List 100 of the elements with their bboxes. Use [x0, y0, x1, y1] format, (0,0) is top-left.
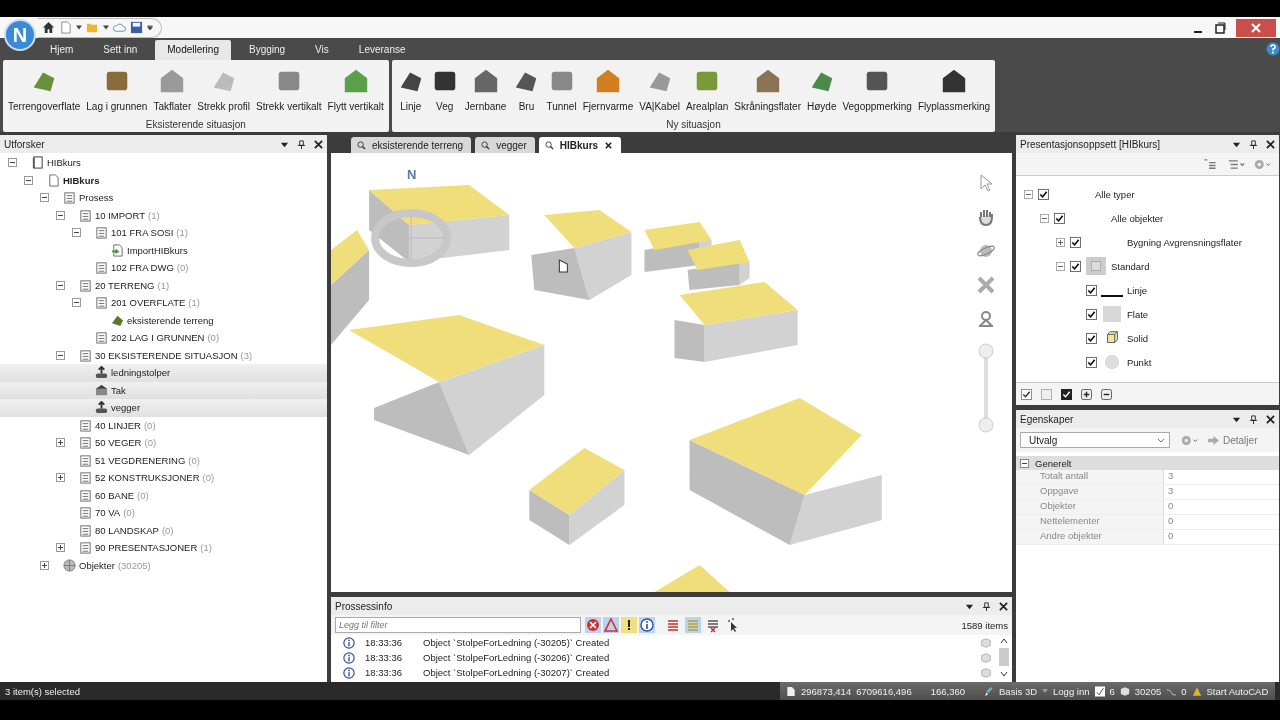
expander-icon[interactable] [72, 298, 81, 308]
ribbon-tab[interactable]: Modellering [155, 40, 231, 60]
info-filter-icon[interactable] [639, 617, 655, 633]
tree-item[interactable]: Prosess [0, 189, 327, 207]
close-icon[interactable] [999, 601, 1008, 611]
ribbon-tool-button[interactable]: Terrengoverflate [5, 64, 84, 119]
close-icon[interactable] [1266, 139, 1275, 149]
app-logo[interactable]: N [4, 19, 36, 51]
save-icon[interactable] [130, 21, 143, 34]
checkbox[interactable] [1038, 188, 1049, 200]
login-link[interactable]: Logg inn [1053, 685, 1090, 697]
customize-arrow-icon[interactable] [147, 25, 153, 30]
ribbon-tool-button[interactable]: Vegoppmerking [839, 64, 915, 119]
zoom-slider-icon[interactable] [976, 343, 996, 433]
alert-filter-icon[interactable] [621, 617, 637, 633]
tree-item[interactable]: 201 OVERFLATE (1) [0, 294, 327, 312]
tree-item[interactable]: 52 KONSTRUKSJONER (0) [0, 469, 327, 487]
ribbon-tool-button[interactable]: Høyde [804, 64, 840, 119]
tree-item[interactable]: eksisterende terreng [0, 311, 327, 329]
expander-icon[interactable] [1040, 213, 1049, 223]
legend-item[interactable]: Alle typer [1016, 182, 1279, 206]
dropdown-arrow-icon[interactable] [103, 25, 109, 30]
ribbon-tool-button[interactable]: Lag i grunnen [83, 64, 151, 119]
expander-icon[interactable] [56, 350, 65, 360]
checkbox[interactable] [1086, 284, 1097, 296]
expander-icon[interactable] [56, 473, 65, 483]
document-tab[interactable]: eksisterende terreng [351, 137, 472, 153]
tree-item[interactable]: 51 VEGDRENERING (0) [0, 451, 327, 469]
collapse-all-icon[interactable] [1101, 388, 1112, 400]
check-all-icon[interactable] [1021, 388, 1032, 400]
ribbon-tab[interactable]: Vis [303, 40, 341, 60]
checkbox[interactable] [1086, 356, 1097, 368]
pin-icon[interactable] [297, 139, 306, 149]
checkbox[interactable] [1086, 332, 1097, 344]
tree-item[interactable]: 40 LINJER (0) [0, 416, 327, 434]
cloud-icon[interactable] [113, 21, 126, 34]
close-icon[interactable] [1266, 414, 1275, 424]
expander-icon[interactable] [40, 193, 49, 203]
uncheck-all-icon[interactable] [1041, 388, 1052, 400]
ribbon-tab[interactable]: Hjem [38, 40, 86, 60]
tree-item[interactable]: HIBkurs [0, 171, 327, 189]
ribbon-tool-button[interactable]: Linje [393, 64, 428, 119]
tree-item[interactable]: 102 FRA DWG (0) [0, 259, 327, 277]
ribbon-tool-button[interactable]: Jernbane [461, 64, 510, 119]
ribbon-tool-button[interactable]: Flyplassmerking [914, 64, 994, 119]
tree-item[interactable]: Objekter (30205) [0, 556, 327, 574]
pin-icon[interactable] [1249, 414, 1258, 424]
tree-item[interactable]: ledningstolper [0, 364, 327, 382]
tree-view-icon[interactable] [1201, 157, 1219, 171]
tree-item[interactable]: 90 PRESENTASJONER (1) [0, 539, 327, 557]
expander-icon[interactable] [1020, 458, 1029, 468]
tree-item[interactable]: 30 EKSISTERENDE SITUASJON (3) [0, 346, 327, 364]
filter-field[interactable]: Legg til filter [335, 617, 581, 633]
checkbox[interactable] [1070, 236, 1081, 248]
pin-icon[interactable] [982, 601, 991, 611]
ribbon-tool-button[interactable]: Flytt vertikalt [324, 64, 387, 119]
expander-icon[interactable] [1024, 189, 1033, 199]
list-icon[interactable] [665, 617, 681, 633]
legend-item[interactable]: Solid [1016, 326, 1279, 350]
expander-icon[interactable] [40, 560, 49, 570]
ribbon-tool-button[interactable]: Takflater [150, 64, 195, 119]
tree-item[interactable]: 70 VA (0) [0, 504, 327, 522]
selection-dropdown[interactable]: Utvalg [1020, 432, 1170, 448]
error-filter-icon[interactable] [585, 617, 601, 633]
help-icon[interactable] [1266, 42, 1280, 56]
expander-icon[interactable] [56, 438, 65, 448]
tree-item[interactable]: 202 LAG I GRUNNEN (0) [0, 329, 327, 347]
ribbon-tool-button[interactable]: Tunnel [543, 64, 580, 119]
ribbon-tool-button[interactable]: Veg [427, 64, 462, 119]
legend-item[interactable]: Linje [1016, 278, 1279, 302]
close-icon[interactable] [604, 140, 614, 150]
legend-item[interactable]: Alle objekter [1016, 206, 1279, 230]
ribbon-tool-button[interactable]: Skråningsflater [731, 64, 804, 119]
pin-icon[interactable] [1249, 139, 1258, 149]
tree-item[interactable]: 50 VEGER (0) [0, 434, 327, 452]
checkbox[interactable] [1054, 212, 1065, 224]
hand-icon[interactable] [976, 207, 996, 227]
tree-item[interactable]: HIBkurs [0, 154, 327, 172]
expander-icon[interactable] [56, 210, 65, 220]
mode-indicator[interactable]: Basis 3D [999, 685, 1038, 697]
3d-viewport[interactable]: N [331, 153, 1012, 592]
expander-icon[interactable] [1056, 261, 1065, 271]
expander-icon[interactable] [1056, 237, 1065, 247]
ribbon-tab[interactable]: Bygging [236, 40, 298, 60]
expander-icon[interactable] [8, 158, 17, 168]
expander-icon[interactable] [56, 543, 65, 553]
toggle-checks-icon[interactable] [1061, 388, 1072, 400]
details-button[interactable]: Detaljer [1208, 434, 1258, 446]
dropdown-arrow-icon[interactable] [76, 25, 82, 30]
tree-item[interactable]: 101 FRA SOSI (1) [0, 224, 327, 242]
ribbon-tool-button[interactable]: Arealplan [683, 64, 732, 119]
legend-item[interactable]: Bygning Avgrensningsflater [1016, 230, 1279, 254]
close-icon[interactable] [314, 139, 323, 149]
expander-icon[interactable] [24, 175, 33, 185]
restore-icon[interactable] [1214, 21, 1226, 34]
ribbon-tab[interactable]: Sett inn [91, 40, 150, 60]
legend-item[interactable]: Flate [1016, 302, 1279, 326]
clear-list-icon[interactable] [705, 617, 721, 633]
tree-item[interactable]: 60 BANE (0) [0, 486, 327, 504]
expander-icon[interactable] [56, 280, 65, 290]
